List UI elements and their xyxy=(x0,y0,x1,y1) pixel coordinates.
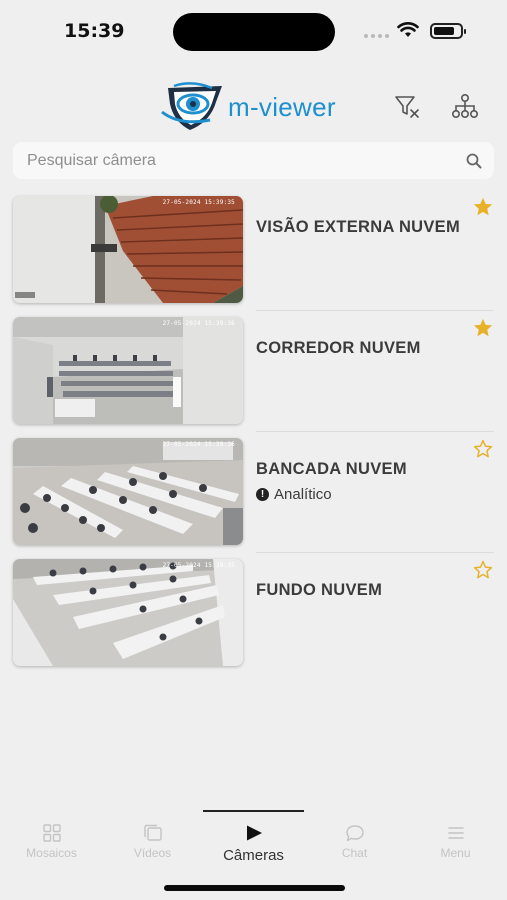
camera-item[interactable]: 27-05-2024 15:39:36 CORREDOR NUVEM xyxy=(0,317,507,438)
camera-thumbnail[interactable]: 27-05-2024 15:39:35 xyxy=(13,559,243,666)
play-icon xyxy=(246,825,262,841)
camera-timestamp: 27-05-2024 15:39:36 xyxy=(162,441,235,448)
tab-chat[interactable]: Chat xyxy=(304,822,405,860)
camera-title[interactable]: VISÃO EXTERNA NUVEM xyxy=(256,218,460,237)
tab-label: Câmeras xyxy=(223,847,284,864)
menu-icon xyxy=(447,827,464,839)
tab-cameras[interactable]: Câmeras xyxy=(203,822,304,864)
status-time: 15:39 xyxy=(64,20,125,42)
camera-item[interactable]: 27-05-2024 15:39:35 VISÃO EXTERNA NUVEM xyxy=(0,196,507,317)
tab-label: Vídeos xyxy=(133,846,172,860)
hierarchy-icon[interactable] xyxy=(451,93,479,119)
camera-title[interactable]: FUNDO NUVEM xyxy=(256,581,382,600)
tab-label: Mosaicos xyxy=(26,846,77,860)
filter-clear-icon[interactable] xyxy=(394,94,420,120)
favorite-star-filled-icon[interactable] xyxy=(472,196,494,218)
search-input[interactable] xyxy=(27,142,457,179)
camera-timestamp: 27-05-2024 15:39:36 xyxy=(162,320,235,327)
logo-text: m-viewer xyxy=(228,92,336,122)
dynamic-island xyxy=(173,13,335,51)
cellular-signal-icon xyxy=(364,34,389,38)
chat-icon xyxy=(345,825,364,842)
list-divider xyxy=(256,552,494,553)
active-tab-indicator xyxy=(203,810,304,812)
camera-timestamp: 27-05-2024 15:39:35 xyxy=(162,562,235,569)
tab-label: Menu xyxy=(440,846,471,860)
status-bar: 15:39 xyxy=(0,0,507,60)
battery-icon xyxy=(430,23,466,39)
videos-icon xyxy=(143,824,162,841)
eye-shield-logo-icon xyxy=(161,82,222,130)
tab-mosaicos[interactable]: Mosaicos xyxy=(1,822,102,860)
list-divider xyxy=(256,431,494,432)
home-indicator[interactable] xyxy=(164,885,345,891)
camera-title[interactable]: CORREDOR NUVEM xyxy=(256,339,421,358)
tab-menu[interactable]: Menu xyxy=(405,822,506,860)
search-bar xyxy=(13,142,494,179)
alert-icon: ! xyxy=(256,488,269,501)
camera-item[interactable]: 27-05-2024 15:39:36 BANCADA NUVEM ! Anal… xyxy=(0,438,507,559)
camera-thumbnail[interactable]: 27-05-2024 15:39:36 xyxy=(13,317,243,424)
camera-subtitle: ! Analítico xyxy=(256,486,332,503)
wifi-icon xyxy=(397,22,419,37)
camera-item[interactable]: 27-05-2024 15:39:35 FUNDO NUVEM xyxy=(0,559,507,680)
tab-label: Chat xyxy=(341,846,368,860)
list-divider xyxy=(256,310,494,311)
camera-thumbnail[interactable]: 27-05-2024 15:39:36 xyxy=(13,438,243,545)
analytics-label: Analítico xyxy=(274,486,332,503)
camera-title[interactable]: BANCADA NUVEM xyxy=(256,460,407,479)
app-logo: m-viewer xyxy=(160,82,360,132)
favorite-star-outline-icon[interactable] xyxy=(472,559,494,581)
favorite-star-filled-icon[interactable] xyxy=(472,317,494,339)
camera-timestamp: 27-05-2024 15:39:35 xyxy=(162,199,235,206)
tab-videos[interactable]: Vídeos xyxy=(102,822,203,860)
favorite-star-outline-icon[interactable] xyxy=(472,438,494,460)
camera-thumbnail[interactable]: 27-05-2024 15:39:35 xyxy=(13,196,243,303)
search-icon[interactable] xyxy=(466,153,482,169)
camera-list: 27-05-2024 15:39:35 VISÃO EXTERNA NUVEM xyxy=(0,196,507,680)
grid-icon xyxy=(42,824,61,842)
